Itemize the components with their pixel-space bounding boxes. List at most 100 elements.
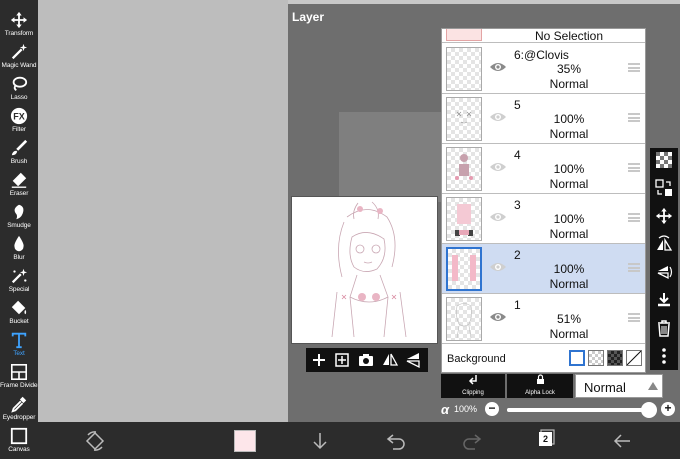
add-layer-button[interactable] [310,351,328,369]
layer-flip-horizontal-button[interactable] [654,235,674,255]
more-options-button[interactable] [654,347,674,367]
delete-layer-button[interactable] [654,319,674,339]
tool-lasso[interactable]: Lasso [0,74,38,102]
alpha-slider[interactable] [507,402,657,418]
layer-row-4[interactable]: 4 100% Normal [442,144,645,194]
canvas-area[interactable] [38,0,288,422]
alpha-lock-button[interactable]: Alpha Lock [507,374,573,398]
checker-icon [656,152,672,168]
layer-name: 6:@Clovis [514,48,569,62]
tool-bucket[interactable]: Bucket [0,298,38,326]
current-color-swatch[interactable] [234,430,256,452]
alpha-increase-button[interactable]: + [661,402,675,416]
flip-vertical-button[interactable] [404,351,422,369]
alpha-slider-fill [507,408,649,412]
clipping-icon [441,374,505,389]
drag-handle-icon[interactable] [628,113,640,122]
tool-canvas[interactable]: Canvas [0,426,38,454]
smudge-icon [14,204,24,220]
layer-move-button[interactable] [654,207,674,227]
tool-smudge[interactable]: Smudge [0,202,38,230]
tool-eraser[interactable]: Eraser [0,170,38,198]
merge-down-button[interactable] [654,291,674,311]
alpha-slider-knob[interactable] [641,402,657,418]
layers-button[interactable]: 2 [536,429,556,449]
layer-row-5[interactable]: 5 100% Normal [442,94,645,144]
layer-blend-mode: Normal [549,327,589,341]
artwork-sketch [331,201,407,338]
drag-handle-icon[interactable] [628,263,640,272]
layer-convert-icon [655,179,672,196]
background-dark-checker-swatch[interactable] [607,350,623,366]
bucket-icon [11,300,27,315]
clipping-button[interactable]: Clipping [441,374,505,398]
layer-blend-mode: Normal [549,77,589,91]
bottom-bar: 2 [0,422,680,459]
blend-mode-select[interactable]: Normal [575,374,663,398]
no-selection-label: No Selection [534,29,604,43]
rotate-diamond-icon [85,431,105,451]
arrow-left-icon [613,434,630,448]
layer-row-6[interactable]: 6:@Clovis 35% Normal [442,44,645,94]
alpha-row: α 100% − + [441,402,677,418]
tool-transform[interactable]: Transform [0,10,38,38]
add-layer-copy-button[interactable] [333,351,351,369]
layer-flip-vertical-button[interactable] [654,263,674,283]
drag-handle-icon[interactable] [628,313,640,322]
background-row: Background [442,345,645,372]
layer-row-3[interactable]: 3 100% Normal [442,194,645,244]
layer-row-1[interactable]: 1 51% Normal [442,294,645,344]
flip-horizontal-button[interactable] [381,351,399,369]
brush-icon [11,139,28,156]
move-arrows-icon [10,11,28,29]
canvas-rotate-button[interactable] [84,430,106,452]
layer-blend-mode: Normal [549,227,589,241]
layer-thumbnail [446,297,482,341]
blend-controls: Clipping Alpha Lock Normal [441,374,665,398]
tool-frame-divider[interactable]: Frame Divider [0,362,40,390]
drag-handle-icon[interactable] [628,63,640,72]
undo-button[interactable] [385,430,407,452]
eye-icon[interactable] [489,261,507,273]
tool-special[interactable]: Special [0,266,38,294]
back-button[interactable] [611,430,633,452]
flip-vertical-icon [657,266,673,280]
eye-icon[interactable] [489,211,507,223]
tool-text[interactable]: Text [0,330,38,358]
special-sparkle-icon [11,268,28,284]
clipping-label: Clipping [462,390,484,396]
tool-brush[interactable]: Brush [0,138,38,166]
background-white-swatch[interactable] [569,350,585,366]
eye-icon[interactable] [489,111,507,123]
preview-toolbar [306,348,428,372]
camera-button[interactable] [357,351,375,369]
layer-name: 4 [514,148,521,162]
arrow-down-icon [313,433,327,450]
tool-magic-wand[interactable]: Magic Wand [0,42,38,70]
tool-filter[interactable]: FX Filter [0,106,38,134]
tool-eyedropper[interactable]: Eyedropper [0,394,38,422]
layer-opacity: 100% [553,262,585,276]
layer-convert-button[interactable] [654,179,674,199]
eye-icon[interactable] [489,161,507,173]
tool-blur[interactable]: Blur [0,234,38,262]
tool-label: Bucket [9,318,29,325]
alpha-decrease-button[interactable]: − [485,402,499,416]
drag-handle-icon[interactable] [628,163,640,172]
redo-button[interactable] [461,430,483,452]
download-button[interactable] [309,430,331,452]
layer-tools-column [650,148,678,370]
blur-drop-icon [14,235,24,252]
layer-blend-mode: Normal [549,127,589,141]
eye-icon[interactable] [489,311,507,323]
layer-panel-title: Layer [292,10,325,24]
slash-icon [626,350,642,366]
background-checker-swatch[interactable] [588,350,604,366]
drag-handle-icon[interactable] [628,213,640,222]
layer-row-2[interactable]: 2 100% Normal [442,244,645,294]
transparency-button[interactable] [654,151,674,171]
background-none-swatch[interactable] [626,350,642,366]
no-selection-row[interactable]: No Selection [442,29,645,43]
eye-icon[interactable] [489,61,507,73]
lock-icon [507,374,573,389]
